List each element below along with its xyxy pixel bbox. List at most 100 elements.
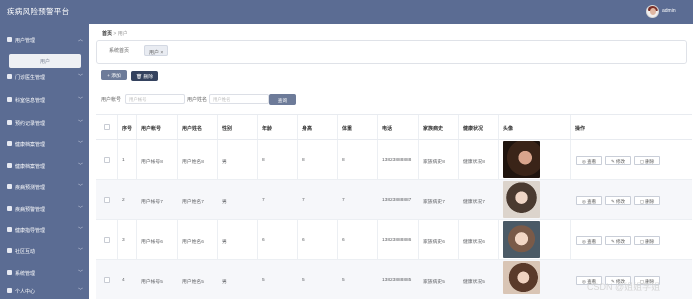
row-checkbox[interactable] (104, 237, 110, 243)
sidebar-item-health-record-2[interactable]: 健康档案管理 ﹀ (0, 157, 89, 175)
sidebar-item-label: 科室信息管理 (15, 98, 46, 104)
tag-user-active[interactable]: 用户 × (144, 45, 169, 56)
delete-row-button[interactable]: ▢ 删除 (634, 236, 660, 245)
edit-button[interactable]: ✎ 修改 (605, 236, 631, 245)
breadcrumb-home[interactable]: 首页 (102, 31, 112, 37)
tag-home[interactable]: 系统首页 (109, 47, 129, 54)
user-name[interactable]: admin (662, 8, 676, 14)
sidebar-item-label: 疾病预测管理 (15, 185, 46, 191)
table-row[interactable]: 2 用户帐号7 用户姓名7 男 7 7 7 13823888887 家族病史7 … (96, 180, 692, 220)
sidebar-item-user-manage[interactable]: 用户管理 ︿ (0, 31, 89, 49)
cell-history: 家族病史5 (423, 280, 445, 285)
sidebar-item-label: 预约记录管理 (15, 121, 46, 127)
watermark: CSDN @姐姐学姐 (587, 282, 661, 292)
delete-row-button[interactable]: ▢ 删除 (634, 156, 660, 165)
header-weight: 体重 (342, 126, 353, 132)
sidebar-item-health-guide[interactable]: 健康指导管理 ﹀ (0, 221, 89, 239)
header-name: 用户姓名 (182, 126, 203, 132)
top-bar: 疾病风险预警平台 admin (0, 0, 693, 24)
sidebar-item-label: 健康档案管理 (15, 142, 46, 148)
cell-height: 6 (302, 238, 305, 243)
edit-button[interactable]: ✎ 修改 (605, 196, 631, 205)
cell-weight: 5 (342, 278, 345, 283)
header-actions: 操作 (575, 126, 586, 132)
avatar-photo[interactable] (503, 261, 540, 294)
row-checkbox[interactable] (104, 197, 110, 203)
sidebar-subitem-user[interactable]: 用户 (9, 54, 81, 68)
sidebar-item-system[interactable]: 系统管理 ﹀ (0, 264, 89, 282)
cell-account: 用户帐号7 (141, 200, 163, 205)
cell-account: 用户帐号6 (141, 240, 163, 245)
app-title: 疾病风险预警平台 (7, 7, 70, 16)
cell-height: 8 (302, 158, 305, 163)
sidebar-item-label: 健康指导管理 (15, 228, 46, 234)
chevron-down-icon: ﹀ (78, 288, 84, 294)
view-button[interactable]: ◎ 查看 (576, 196, 602, 205)
table-row[interactable]: 1 用户帐号8 用户姓名8 男 8 8 8 13823888888 家族病史8 … (96, 140, 692, 180)
delete-button[interactable]: 🗑 删除 (131, 71, 158, 81)
account-search-input[interactable]: 用户帐号 (125, 94, 185, 104)
grid-icon (7, 97, 12, 102)
table-row[interactable]: 3 用户帐号6 用户姓名6 男 6 6 6 13823888886 家族病史6 … (96, 220, 692, 260)
sidebar-item-community[interactable]: 社区互动 ﹀ (0, 242, 89, 260)
chevron-down-icon: ﹀ (78, 74, 84, 80)
flag-icon (7, 74, 12, 79)
edit-button[interactable]: ✎ 修改 (605, 156, 631, 165)
send-icon (7, 184, 12, 189)
cell-account: 用户帐号5 (141, 280, 163, 285)
cell-name: 用户姓名6 (182, 240, 204, 245)
header-age: 年龄 (262, 126, 273, 132)
header-health: 健康状况 (463, 126, 484, 132)
sidebar-item-label: 疾病预警管理 (15, 207, 46, 213)
view-button[interactable]: ◎ 查看 (576, 236, 602, 245)
sidebar-item-department[interactable]: 科室信息管理 ﹀ (0, 91, 89, 109)
row-checkbox[interactable] (104, 157, 110, 163)
sidebar-item-personal[interactable]: 个人中心 ﹀ (0, 282, 89, 299)
avatar[interactable] (646, 5, 659, 18)
breadcrumb-separator: > (113, 31, 117, 37)
cell-phone: 13823888887 (382, 198, 412, 203)
sidebar-item-label: 用户管理 (15, 38, 36, 44)
select-all-checkbox[interactable] (104, 124, 110, 130)
view-button[interactable]: ◎ 查看 (576, 156, 602, 165)
sidebar-item-disease-predict[interactable]: 疾病预测管理 ﹀ (0, 178, 89, 196)
header-phone: 电话 (382, 126, 393, 132)
search-button[interactable]: 查询 (269, 94, 296, 105)
sidebar-item-health-record-1[interactable]: 健康档案管理 ﹀ (0, 135, 89, 153)
grid-icon (7, 248, 12, 253)
avatar-photo[interactable] (503, 221, 540, 258)
cell-phone: 13823888885 (382, 278, 412, 283)
breadcrumb: 首页 > 用户 (89, 24, 693, 40)
header-height: 身高 (302, 126, 313, 132)
sidebar: 用户管理 ︿ 用户 门诊医生管理 ﹀ 科室信息管理 ﹀ 预约记录管理 ﹀ 健康档… (0, 24, 89, 299)
chevron-down-icon: ﹀ (78, 163, 84, 169)
cell-history: 家族病史6 (423, 240, 445, 245)
add-button[interactable]: + 添加 (101, 70, 127, 80)
sidebar-item-label: 健康档案管理 (15, 164, 46, 170)
header-gender: 性别 (222, 126, 233, 132)
sidebar-item-clinic-doctor[interactable]: 门诊医生管理 ﹀ (0, 68, 89, 86)
chevron-down-icon: ﹀ (78, 248, 84, 254)
cell-name: 用户姓名8 (182, 160, 204, 165)
sidebar-item-disease-warning[interactable]: 疾病预警管理 ﹀ (0, 200, 89, 218)
chevron-down-icon: ﹀ (78, 141, 84, 147)
avatar-photo[interactable] (503, 181, 540, 218)
cell-height: 5 (302, 278, 305, 283)
cell-weight: 7 (342, 198, 345, 203)
cell-health: 健康状况5 (463, 280, 485, 285)
cell-health: 健康状况7 (463, 200, 485, 205)
cell-gender: 男 (222, 240, 227, 245)
row-checkbox[interactable] (104, 277, 110, 283)
avatar-photo[interactable] (503, 141, 540, 178)
delete-row-button[interactable]: ▢ 删除 (634, 196, 660, 205)
cell-history: 家族病史7 (423, 200, 445, 205)
breadcrumb-current: 用户 (117, 31, 128, 37)
sidebar-item-appointment[interactable]: 预约记录管理 ﹀ (0, 114, 89, 132)
sidebar-item-label: 社区互动 (15, 249, 36, 255)
person-icon (7, 163, 12, 168)
cell-index: 1 (122, 158, 125, 163)
cell-index: 4 (122, 278, 125, 283)
grid-icon (7, 288, 12, 293)
sidebar-item-label: 系统管理 (15, 271, 36, 277)
name-search-input[interactable]: 用户姓名 (209, 94, 269, 104)
